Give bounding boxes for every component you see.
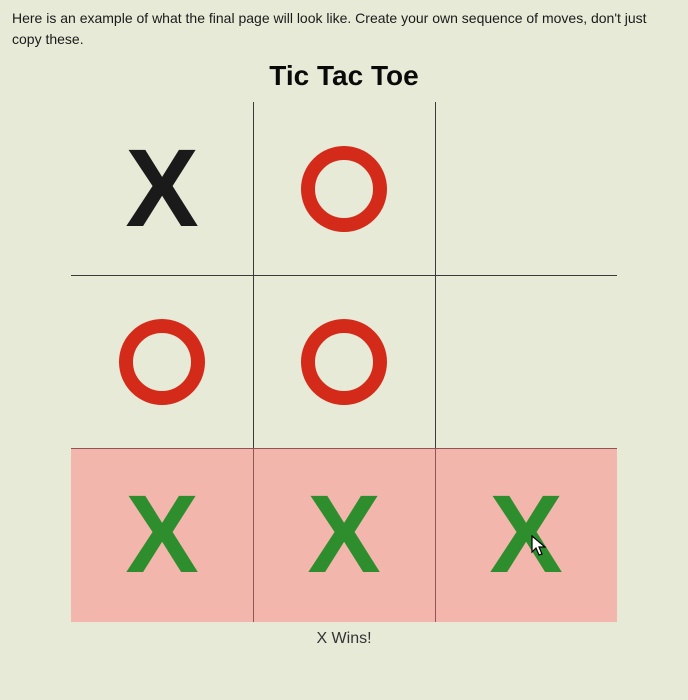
page-title: Tic Tac Toe xyxy=(0,60,688,92)
cell-2-1[interactable]: X xyxy=(253,448,435,621)
cell-1-2[interactable] xyxy=(435,275,617,448)
x-mark: X xyxy=(125,134,198,244)
instructions-text: Here is an example of what the final pag… xyxy=(0,0,688,54)
cell-1-0[interactable] xyxy=(71,275,253,448)
x-mark: X xyxy=(489,480,562,590)
o-mark xyxy=(301,146,387,232)
o-mark xyxy=(119,319,205,405)
x-mark: X xyxy=(307,480,380,590)
o-mark xyxy=(301,319,387,405)
cell-2-2[interactable]: X xyxy=(435,448,617,621)
game-board: X X X X xyxy=(71,102,617,622)
cell-0-2[interactable] xyxy=(435,102,617,275)
cell-0-0[interactable]: X xyxy=(71,102,253,275)
status-text: X Wins! xyxy=(0,630,688,648)
cell-2-0[interactable]: X xyxy=(71,448,253,621)
cell-0-1[interactable] xyxy=(253,102,435,275)
cell-1-1[interactable] xyxy=(253,275,435,448)
x-mark: X xyxy=(125,480,198,590)
